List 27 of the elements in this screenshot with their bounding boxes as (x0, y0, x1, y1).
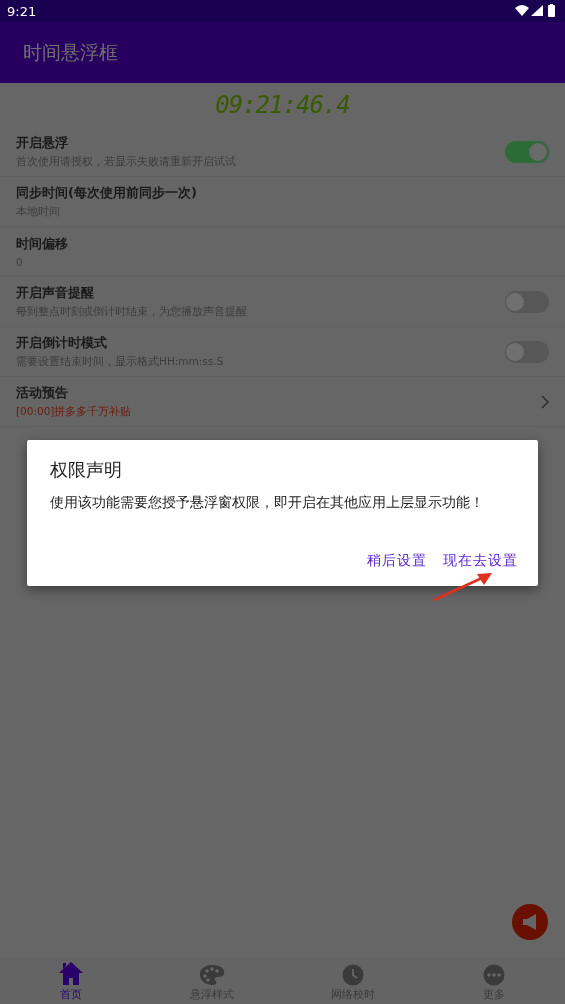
setting-title: 同步时间(每次使用前同步一次) (16, 184, 198, 202)
digital-clock: 09:21:46.4 (215, 91, 350, 119)
dialog-button[interactable]: 稍后设置 (367, 552, 427, 570)
toggle-switch[interactable] (505, 140, 549, 163)
toggle-switch[interactable] (505, 290, 549, 313)
home-icon (57, 960, 84, 986)
status-time: 9:21 (7, 3, 37, 19)
clock-icon (342, 964, 365, 986)
app-title: 时间悬浮框 (23, 39, 118, 65)
dialog-title: 权限声明 (50, 458, 122, 482)
palette-icon (198, 964, 225, 986)
dialog-button[interactable]: 现在去设置 (443, 552, 518, 570)
sound-fab[interactable] (512, 904, 548, 940)
more-icon (483, 964, 506, 986)
setting-title: 开启声音提醒 (16, 284, 95, 302)
setting-title: 开启悬浮 (16, 134, 69, 152)
chevron-right-icon (541, 394, 549, 409)
speaker-icon (522, 913, 538, 931)
setting-title: 活动预告 (16, 384, 69, 402)
setting-title: 开启倒计时模式 (16, 334, 108, 352)
nav-tab[interactable]: 首页 (0, 957, 142, 1004)
annotation-arrow (432, 572, 494, 602)
toggle-switch[interactable] (505, 340, 549, 363)
setting-description: [00:00]拼多多千万补贴 (16, 405, 133, 419)
dialog-message: 使用该功能需要您授予悬浮窗权限，即开启在其他应用上层显示功能！ (50, 494, 484, 512)
status-icons (515, 4, 557, 18)
setting-title: 时间偏移 (16, 235, 69, 253)
